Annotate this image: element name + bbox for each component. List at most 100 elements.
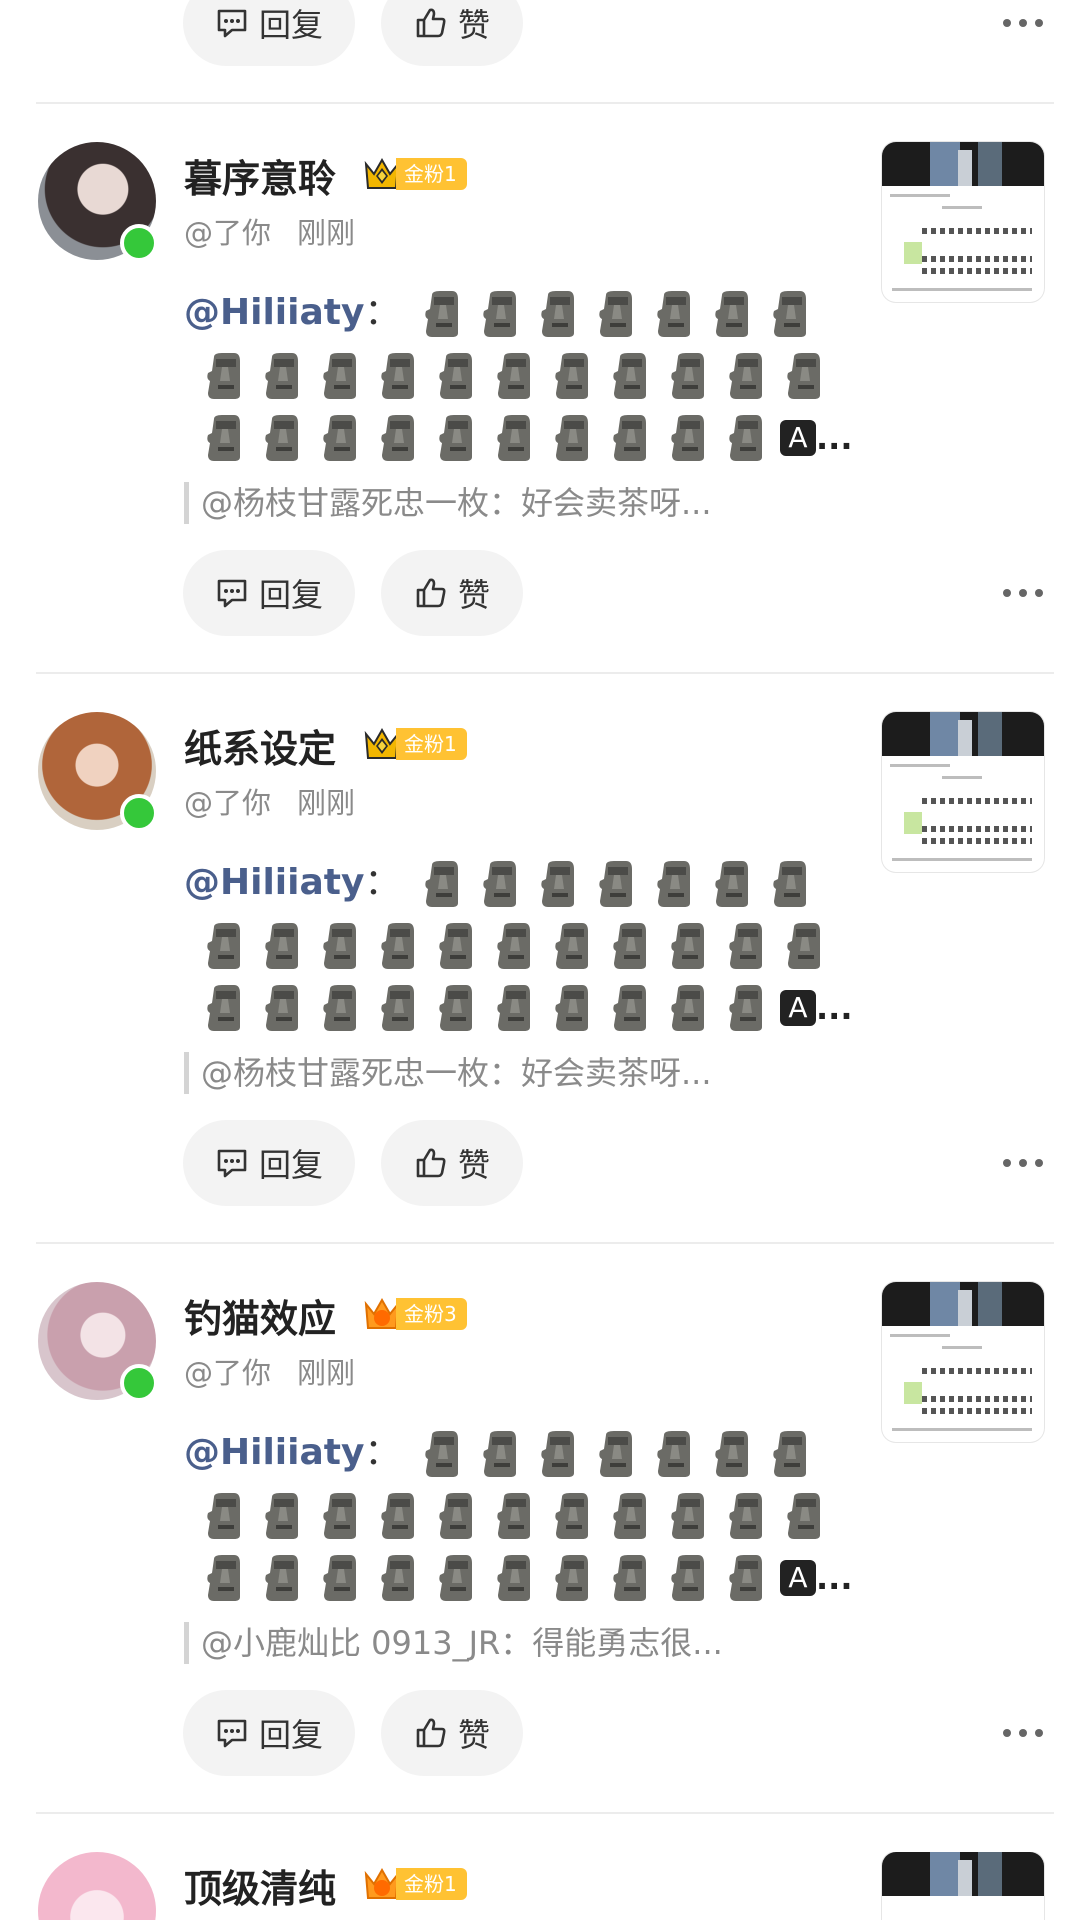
moai-emoji-icon [380,353,416,399]
reply-icon [215,1716,249,1750]
moai-emoji-icon [772,861,808,907]
moai-emoji-icon [482,1431,518,1477]
more-options-icon[interactable] [1003,1718,1043,1748]
moai-emoji-icon [322,985,358,1031]
fan-badge: 金粉3 [362,1294,467,1334]
moai-emoji-icon [786,923,822,969]
moai-emoji-icon [322,415,358,461]
quoted-reply[interactable]: @杨枝甘露死忠一枚：好会卖茶呀... [184,482,712,524]
moai-emoji-icon [670,1493,706,1539]
avatar[interactable] [38,142,158,262]
username[interactable]: 暮序意聆 [184,148,336,203]
mention-link[interactable]: @Hiliiaty [184,292,364,333]
quoted-reply[interactable]: @杨枝甘露死忠一枚：好会卖茶呀... [184,1052,712,1094]
reply-button[interactable]: 回复 [183,0,355,66]
like-button[interactable]: 赞 [381,1120,523,1206]
moai-emoji-icon [728,1555,764,1601]
comment-text[interactable]: @Hiliiaty： A... [184,282,852,468]
like-icon [414,576,448,610]
divider [36,102,1054,104]
action-row: 回复 赞 [183,550,1043,636]
online-status-dot [120,224,158,262]
moai-emoji-icon [380,1555,416,1601]
moai-emoji-icon [598,291,634,337]
like-icon [414,1716,448,1750]
moai-emoji-icon [728,1493,764,1539]
mention-target: @了你 [184,786,272,820]
moai-emoji-icon [380,923,416,969]
moai-emoji-icon [786,1493,822,1539]
mention-link[interactable]: @Hiliiaty [184,862,364,903]
moai-emoji-icon [496,923,532,969]
reply-label: 回复 [258,6,323,44]
moai-emoji-icon [322,353,358,399]
moai-emoji-icon [714,1431,750,1477]
reply-icon [215,1146,249,1180]
more-options-icon[interactable] [1003,1148,1043,1178]
moai-emoji-icon [728,353,764,399]
divider [36,1812,1054,1814]
fan-badge-label: 金粉1 [396,158,467,190]
moai-emoji-icon [772,1431,808,1477]
video-thumbnail[interactable] [882,142,1044,302]
video-thumbnail[interactable] [882,712,1044,872]
quoted-reply[interactable]: @小鹿灿比 0913_JR：得能勇志很... [184,1622,723,1664]
moai-emoji-icon [670,353,706,399]
moai-emoji-icon [656,291,692,337]
comment-item: 纸系设定 金粉1 @了你 刚刚 @Hiliiaty： A... @杨枝甘露死忠一枚… [0,712,1080,1282]
mention-link[interactable]: @Hiliiaty [184,1432,364,1473]
like-button[interactable]: 赞 [381,1690,523,1776]
comment-text[interactable]: @Hiliiaty： A... [184,1422,852,1608]
moai-emoji-icon [540,1431,576,1477]
like-button[interactable]: 赞 [381,0,523,66]
letter-box-icon: A [780,990,816,1026]
letter-box-icon: A [780,1560,816,1596]
moai-emoji-icon [670,923,706,969]
moai-emoji-icon [322,923,358,969]
username[interactable]: 钓猫效应 [184,1288,336,1343]
reply-icon [215,6,249,40]
username[interactable]: 顶级清纯 [184,1858,336,1913]
fan-badge: 金粉1 [362,724,467,764]
moai-emoji-icon [438,415,474,461]
mention-target: @了你 [184,216,272,250]
moai-emoji-icon [264,985,300,1031]
moai-emoji-icon [670,1555,706,1601]
moai-emoji-icon [206,1555,242,1601]
moai-emoji-icon [438,1555,474,1601]
colon: ： [364,1432,401,1473]
like-button[interactable]: 赞 [381,550,523,636]
moai-emoji-icon [728,985,764,1031]
reply-button[interactable]: 回复 [183,1690,355,1776]
more-options-icon[interactable] [1003,8,1043,38]
moai-emoji-icon [728,415,764,461]
moai-emoji-icon [612,353,648,399]
moai-emoji-icon [496,1555,532,1601]
moai-emoji-icon [206,923,242,969]
moai-emoji-icon [656,1431,692,1477]
username[interactable]: 纸系设定 [184,718,336,773]
moai-emoji-icon [322,1555,358,1601]
comment-meta: @了你 刚刚 [184,210,355,252]
video-thumbnail[interactable] [882,1282,1044,1442]
like-label: 赞 [457,1716,490,1754]
avatar[interactable] [38,1282,158,1402]
colon: ： [364,292,401,333]
reply-button[interactable]: 回复 [183,1120,355,1206]
avatar[interactable] [38,1852,156,1920]
truncation-ellipsis: ... [816,419,853,457]
comment-text[interactable]: @Hiliiaty： A... [184,852,852,1038]
moai-emoji-icon [424,291,460,337]
reply-label: 回复 [258,1146,323,1184]
comment-item: 顶级清纯 金粉1 [0,1852,1080,1920]
mention-target: @了你 [184,1356,272,1390]
moai-emoji-icon [206,353,242,399]
reply-icon [215,576,249,610]
moai-emoji-icon [670,985,706,1031]
moai-emoji-icon [264,353,300,399]
avatar[interactable] [38,712,158,832]
moai-emoji-icon [728,923,764,969]
video-thumbnail[interactable] [882,1852,1044,1920]
more-options-icon[interactable] [1003,578,1043,608]
reply-button[interactable]: 回复 [183,550,355,636]
